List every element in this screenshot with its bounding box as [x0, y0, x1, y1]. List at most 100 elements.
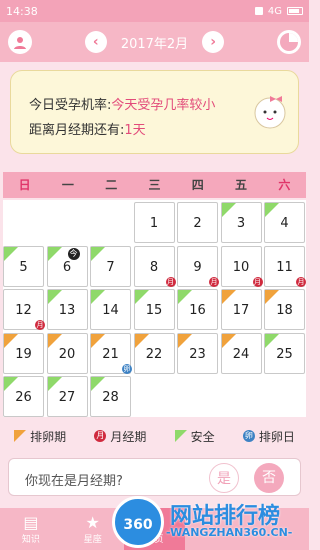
ovulation-period-marker-icon — [4, 333, 18, 348]
calendar-day[interactable]: 24 — [220, 332, 262, 374]
calendar-day[interactable]: 10 月 — [220, 245, 263, 287]
nav-knowledge-label: 知识 — [21, 534, 40, 545]
day-number: 28 — [102, 390, 119, 405]
day-number: 8 — [149, 259, 159, 275]
calendar-day[interactable]: 26 — [3, 376, 44, 417]
calendar-day[interactable]: 17 — [220, 289, 262, 330]
weekday-tue: 二 — [105, 178, 118, 192]
safe-period-marker-icon — [265, 333, 279, 348]
calendar-day[interactable]: 9月 — [177, 245, 219, 287]
mascot-icon — [254, 96, 286, 129]
day-number: 15 — [145, 303, 163, 318]
safe-period-marker-icon — [221, 203, 236, 217]
safe-period-marker-icon — [47, 377, 62, 391]
calendar-day[interactable]: 2 — [177, 202, 218, 243]
calendar-day[interactable]: 21 卵 — [90, 332, 132, 374]
safe-period-marker-icon — [178, 290, 192, 304]
day-number: 25 — [276, 346, 293, 362]
weekday-fri: 五 — [235, 178, 248, 192]
safe-period-marker-icon — [174, 430, 187, 442]
safe-period-marker-icon — [4, 377, 18, 391]
nav-item-4[interactable] — [185, 508, 247, 550]
calendar-day[interactable]: 22 — [133, 332, 175, 374]
network-label: 4G — [267, 5, 282, 17]
prev-month-button[interactable]: ‹ — [84, 31, 107, 53]
profile-icon[interactable] — [8, 30, 32, 54]
day-number: 9 — [193, 259, 202, 275]
calendar-day[interactable]: 4 — [264, 202, 305, 243]
legend-ovulation-day: 卵 排卵日 — [242, 428, 295, 445]
calendar-day[interactable]: 12 月 — [3, 289, 45, 330]
next-month-button[interactable]: › — [202, 31, 225, 53]
nav-knowledge[interactable]: ▤ 知识 — [0, 508, 62, 550]
calendar-day[interactable]: 28 — [90, 376, 131, 417]
day-number: 11 — [276, 259, 293, 275]
period-question-bar: 你现在是月经期? 是 否 — [8, 458, 301, 496]
safe-period-marker-icon — [47, 290, 62, 304]
menstrual-marker-icon: 月 — [209, 276, 219, 287]
day-number: 3 — [236, 216, 246, 231]
calendar-day[interactable]: 14 — [90, 289, 131, 330]
nav-item-5[interactable] — [247, 508, 309, 550]
menstrual-marker-icon: 月 — [35, 320, 45, 330]
weekday-sat: 六 — [278, 178, 291, 192]
weekday-header: 日 一 二 三 四 五 六 — [3, 172, 306, 198]
calendar-grid: 1 2 3 4 5 6 今 7 8 月 9 月 10 月 11 月 12 月 13 14 15 16 17 18 19 20 21 卵… — [3, 200, 306, 417]
day-number: 22 — [145, 346, 163, 362]
menstrual-marker-icon: 月 — [296, 276, 306, 287]
calendar-day[interactable]: 15 — [133, 289, 175, 330]
status-time: 14:38 — [6, 4, 38, 18]
day-number: 13 — [58, 303, 76, 318]
calendar-day[interactable]: 11 月 — [264, 245, 306, 287]
ovulation-period-marker-icon — [134, 333, 149, 348]
wifi-icon — [254, 7, 263, 15]
legend-ovulation-day-label: 排卵日 — [258, 429, 295, 444]
calendar-day[interactable]: 1 — [133, 202, 175, 243]
calendar-day[interactable]: 20 — [46, 332, 88, 374]
day-number: 2 — [193, 216, 202, 231]
legend-ovulation-period-label: 排卵期 — [30, 429, 67, 444]
calendar-day[interactable]: 13 — [46, 289, 88, 330]
legend-safe-period: 安全 — [174, 428, 215, 445]
calendar-day[interactable]: 7 — [90, 245, 131, 287]
days-to-period-line: 距离月经期还有:1天 — [29, 119, 146, 138]
calendar-day[interactable]: 18 — [264, 289, 305, 330]
day-number: 4 — [280, 216, 289, 231]
calendar-day[interactable]: 8月 — [133, 245, 176, 287]
days-to-period-value: 1天 — [124, 123, 146, 138]
day-number: 24 — [232, 346, 250, 362]
calendar-day[interactable]: 25 — [264, 332, 305, 374]
ovulation-period-marker-icon — [14, 430, 27, 442]
legend-menstrual-period: 月 月经期 — [94, 428, 146, 445]
ovulation-period-marker-icon — [47, 333, 62, 348]
nav-constellation[interactable]: ★ 星座 — [62, 508, 124, 550]
star-icon: ★ — [85, 512, 100, 532]
no-button[interactable]: 否 — [254, 463, 284, 493]
calendar-day[interactable]: 5 — [3, 245, 44, 287]
safe-period-marker-icon — [47, 246, 62, 261]
day-number: 17 — [232, 303, 250, 318]
battery-icon — [287, 7, 303, 15]
safe-period-marker-icon — [91, 246, 105, 261]
bottom-nav: ▤ 知识 ★ 星座 ⌂ 首页 — [0, 508, 309, 550]
yes-button[interactable]: 是 — [209, 463, 239, 493]
nav-home[interactable]: ⌂ 首页 — [123, 508, 186, 550]
calendar-day[interactable]: 16 — [177, 289, 218, 330]
conception-chance-value: 今天受孕几率较小 — [111, 98, 216, 113]
calendar-day[interactable]: 27 — [46, 376, 88, 417]
calendar-day[interactable]: 19 — [3, 332, 44, 374]
weekday-sun: 日 — [18, 178, 31, 192]
day-number: 14 — [102, 303, 119, 318]
day-number: 19 — [15, 346, 32, 362]
ovulation-day-marker-icon: 卵 — [242, 430, 255, 442]
day-number: 7 — [106, 259, 115, 275]
day-number: 10 — [232, 259, 250, 275]
menstrual-marker-icon: 月 — [165, 276, 176, 287]
calendar-day[interactable]: 23 — [177, 332, 218, 374]
safe-period-marker-icon — [265, 203, 279, 217]
pie-chart-icon[interactable] — [277, 30, 301, 54]
ovulation-period-marker-icon — [91, 333, 105, 348]
calendar-day[interactable]: 3 — [220, 202, 262, 243]
calendar-day[interactable]: 6今 — [46, 245, 88, 287]
days-to-period-label: 距离月经期还有: — [29, 123, 125, 138]
